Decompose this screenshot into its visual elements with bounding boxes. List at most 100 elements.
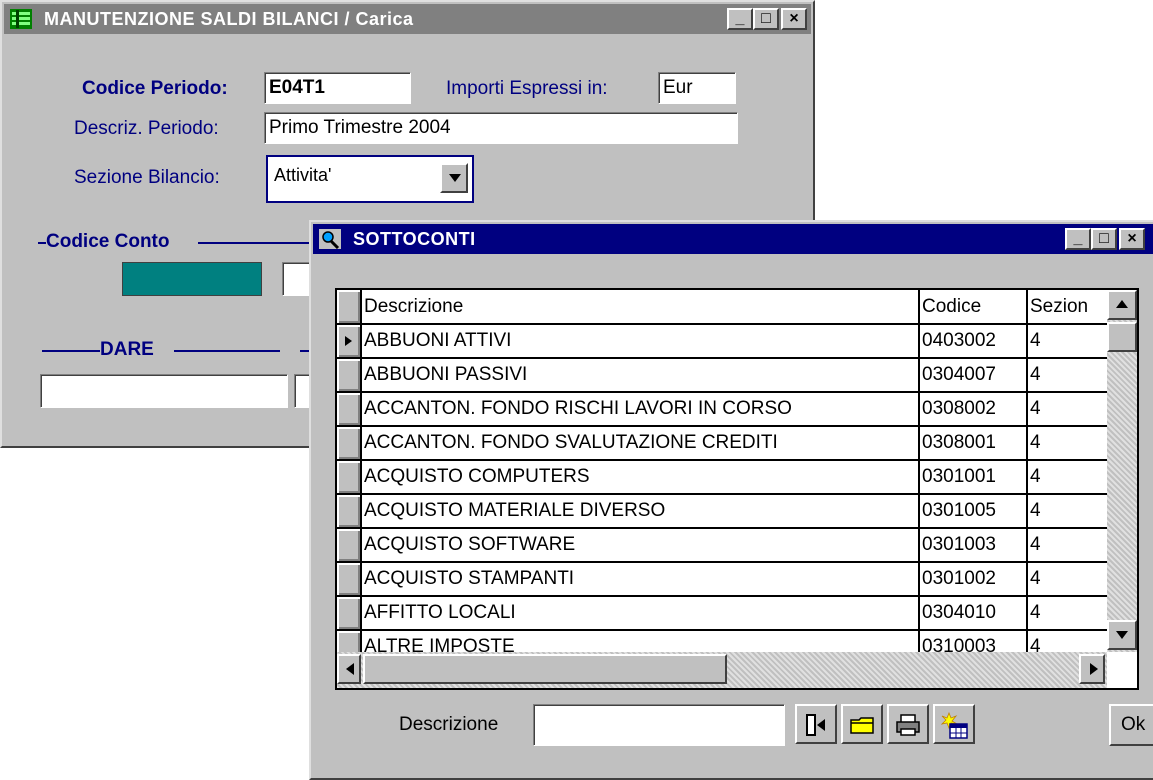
cell-sezione[interactable]: 4 xyxy=(1027,392,1112,427)
cell-descrizione[interactable]: ACCANTON. FONDO RISCHI LAVORI IN CORSO xyxy=(361,392,920,427)
cell-codice[interactable]: 0301005 xyxy=(919,494,1028,529)
row-selector[interactable] xyxy=(337,596,362,631)
table-row[interactable]: ACQUISTO COMPUTERS 0301001 4 xyxy=(337,460,1112,495)
sezione-select[interactable]: Attivita' xyxy=(266,155,474,203)
minimize-icon: _ xyxy=(735,10,745,27)
scroll-down-button[interactable] xyxy=(1107,620,1137,650)
cell-codice[interactable]: 0304010 xyxy=(919,596,1028,631)
dare-label: DARE xyxy=(100,339,154,360)
descriz-periodo-label: Descriz. Periodo: xyxy=(74,118,219,139)
lookup-close-button[interactable]: × xyxy=(1119,228,1145,250)
cell-descrizione[interactable]: ACQUISTO SOFTWARE xyxy=(361,528,920,563)
cell-codice[interactable]: 0308002 xyxy=(919,392,1028,427)
row-selector[interactable] xyxy=(337,426,362,461)
cell-codice[interactable]: 0301003 xyxy=(919,528,1028,563)
search-label: Descrizione xyxy=(399,714,499,735)
ok-button[interactable]: Ok xyxy=(1109,704,1153,746)
importi-label: Importi Espressi in: xyxy=(446,78,608,99)
cell-sezione[interactable]: 4 xyxy=(1027,460,1112,495)
cell-codice[interactable]: 0301001 xyxy=(919,460,1028,495)
cell-descrizione[interactable]: AFFITTO LOCALI xyxy=(361,596,920,631)
scroll-left-button[interactable] xyxy=(337,654,361,684)
open-button[interactable] xyxy=(841,704,883,744)
cell-sezione[interactable]: 4 xyxy=(1027,562,1112,597)
chevron-down-icon[interactable] xyxy=(440,163,468,193)
table-row[interactable]: ACQUISTO MATERIALE DIVERSO 0301005 4 xyxy=(337,494,1112,529)
search-input[interactable] xyxy=(533,704,785,746)
arrow-left-icon xyxy=(346,663,354,675)
vertical-scrollbar[interactable] xyxy=(1107,290,1137,652)
cell-descrizione[interactable]: ACCANTON. FONDO SVALUTAZIONE CREDITI xyxy=(361,426,920,461)
hscroll-thumb[interactable] xyxy=(363,654,727,684)
scroll-thumb[interactable] xyxy=(1107,322,1137,352)
printer-icon xyxy=(896,714,920,736)
table-row[interactable]: ACCANTON. FONDO SVALUTAZIONE CREDITI 0308… xyxy=(337,426,1112,461)
row-selector[interactable] xyxy=(337,358,362,393)
column-header-codice[interactable]: Codice xyxy=(919,290,1028,325)
codice-conto-field[interactable] xyxy=(122,262,262,296)
exit-door-icon xyxy=(806,714,825,736)
cell-codice[interactable]: 0304007 xyxy=(919,358,1028,393)
cell-codice[interactable]: 0403002 xyxy=(919,324,1028,359)
dare-line-left xyxy=(42,350,100,352)
cell-sezione[interactable]: 4 xyxy=(1027,596,1112,631)
row-selector[interactable] xyxy=(337,494,362,529)
codice-periodo-field[interactable]: E04T1 xyxy=(264,72,411,104)
table-row[interactable]: AFFITTO LOCALI 0304010 4 xyxy=(337,596,1112,631)
arrow-right-icon xyxy=(1090,663,1098,675)
app-icon xyxy=(10,9,32,29)
scroll-right-button[interactable] xyxy=(1079,654,1105,684)
new-record-button[interactable] xyxy=(933,704,975,744)
horizontal-scrollbar[interactable] xyxy=(337,652,1107,688)
cell-sezione[interactable]: 4 xyxy=(1027,358,1112,393)
lookup-window-title: SOTTOCONTI xyxy=(353,229,476,249)
arrow-down-icon xyxy=(1116,631,1128,639)
scroll-up-button[interactable] xyxy=(1107,290,1137,320)
minimize-button[interactable]: _ xyxy=(727,8,753,30)
table-row[interactable]: ACQUISTO SOFTWARE 0301003 4 xyxy=(337,528,1112,563)
arrow-up-icon xyxy=(1116,300,1128,308)
search-person-icon xyxy=(319,229,341,249)
cell-descrizione[interactable]: ACQUISTO MATERIALE DIVERSO xyxy=(361,494,920,529)
corner-cell xyxy=(337,290,362,325)
cell-descrizione[interactable]: ACQUISTO COMPUTERS xyxy=(361,460,920,495)
cell-sezione[interactable]: 4 xyxy=(1027,426,1112,461)
cell-descrizione[interactable]: ABBUONI PASSIVI xyxy=(361,358,920,393)
row-selector[interactable] xyxy=(337,528,362,563)
cell-sezione[interactable]: 4 xyxy=(1027,494,1112,529)
cell-descrizione[interactable]: ABBUONI ATTIVI xyxy=(361,324,920,359)
folder-icon xyxy=(850,717,874,734)
lookup-titlebar[interactable]: SOTTOCONTI _ □ × xyxy=(313,224,1153,254)
exit-button[interactable] xyxy=(795,704,837,744)
row-selector[interactable] xyxy=(337,562,362,597)
column-header-descrizione[interactable]: Descrizione xyxy=(361,290,920,325)
close-icon: × xyxy=(789,10,799,27)
cell-sezione[interactable]: 4 xyxy=(1027,528,1112,563)
print-button[interactable] xyxy=(887,704,929,744)
cell-sezione[interactable]: 4 xyxy=(1027,324,1112,359)
lookup-maximize-button[interactable]: □ xyxy=(1091,228,1117,250)
close-button[interactable]: × xyxy=(781,8,807,30)
cell-codice[interactable]: 0301002 xyxy=(919,562,1028,597)
table-row[interactable]: ABBUONI PASSIVI 0304007 4 xyxy=(337,358,1112,393)
row-selector[interactable] xyxy=(337,324,362,359)
importi-field[interactable]: Eur xyxy=(658,72,736,104)
cell-codice[interactable]: 0308001 xyxy=(919,426,1028,461)
maximize-icon: □ xyxy=(1099,230,1109,247)
codice-periodo-label: Codice Periodo: xyxy=(82,78,228,99)
dare-line-right xyxy=(174,350,280,352)
sottoconti-grid[interactable]: Descrizione Codice Sezion ABBUONI ATTIVI… xyxy=(335,288,1139,690)
lookup-minimize-button[interactable]: _ xyxy=(1065,228,1091,250)
table-row[interactable]: ABBUONI ATTIVI 0403002 4 xyxy=(337,324,1112,359)
main-titlebar[interactable]: MANUTENZIONE SALDI BILANCI / Carica _ □ … xyxy=(4,4,811,34)
row-selector[interactable] xyxy=(337,460,362,495)
dare-field[interactable] xyxy=(40,374,288,408)
cell-descrizione[interactable]: ACQUISTO STAMPANTI xyxy=(361,562,920,597)
table-row[interactable]: ACQUISTO STAMPANTI 0301002 4 xyxy=(337,562,1112,597)
table-row[interactable]: ACCANTON. FONDO RISCHI LAVORI IN CORSO 03… xyxy=(337,392,1112,427)
maximize-button[interactable]: □ xyxy=(753,8,779,30)
maximize-icon: □ xyxy=(761,10,771,27)
row-selector[interactable] xyxy=(337,392,362,427)
column-header-sezione[interactable]: Sezion xyxy=(1027,290,1112,325)
descriz-periodo-field[interactable]: Primo Trimestre 2004 xyxy=(264,112,738,144)
